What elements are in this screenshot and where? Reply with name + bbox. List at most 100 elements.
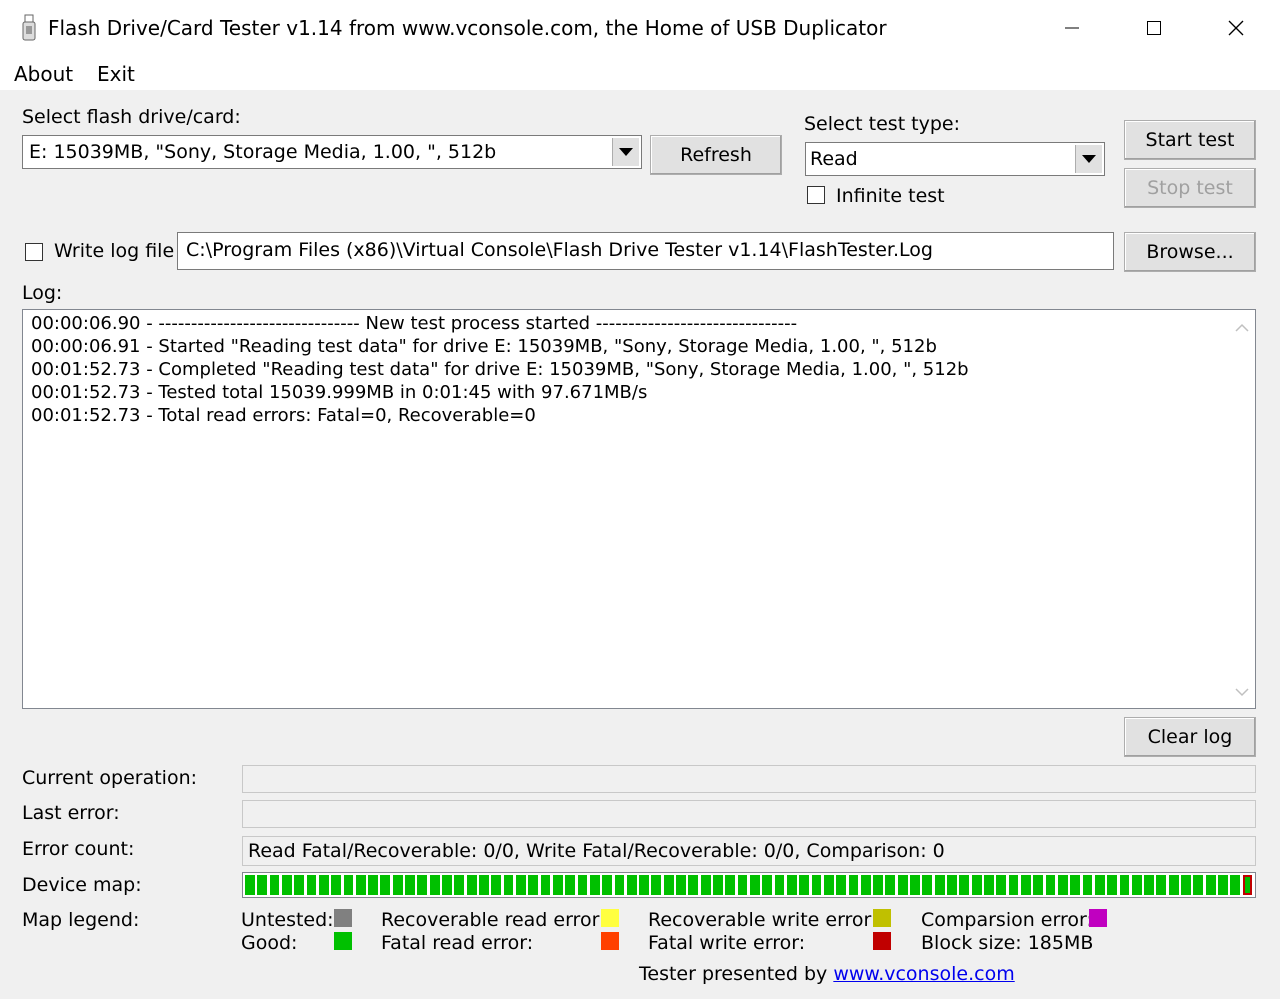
refresh-button-label: Refresh — [680, 144, 752, 166]
refresh-button[interactable]: Refresh — [650, 135, 782, 175]
error-count-label: Error count: — [22, 838, 135, 860]
device-map-block — [1193, 875, 1204, 895]
log-line: 00:00:06.90 - --------------------------… — [31, 313, 798, 334]
device-map-block — [860, 875, 871, 895]
write-log-checkbox[interactable] — [25, 243, 43, 261]
test-type-select[interactable]: Read — [805, 142, 1105, 176]
device-map — [242, 872, 1256, 898]
device-map-block — [306, 875, 317, 895]
legend-fatal-read-swatch — [601, 932, 619, 950]
log-area[interactable]: 00:00:06.90 - --------------------------… — [22, 309, 1256, 709]
device-map-block — [269, 875, 280, 895]
device-map-block — [1218, 875, 1228, 895]
log-label: Log: — [22, 282, 63, 304]
browse-button[interactable]: Browse... — [1124, 232, 1256, 272]
device-map-block — [281, 875, 292, 895]
current-operation-label: Current operation: — [22, 767, 198, 789]
menu-exit[interactable]: Exit — [97, 62, 135, 86]
device-map-block — [589, 875, 600, 895]
device-map-block — [786, 875, 797, 895]
window-title: Flash Drive/Card Tester v1.14 from www.v… — [48, 16, 887, 40]
log-path-input[interactable]: C:\Program Files (x86)\Virtual Console\F… — [177, 232, 1114, 270]
legend-good-label: Good: — [241, 932, 298, 954]
device-map-block — [1205, 875, 1216, 895]
device-map-block — [651, 875, 662, 895]
device-map-block — [565, 875, 576, 895]
device-map-block — [836, 875, 847, 895]
legend-rec-write-label: Recoverable write error: — [648, 909, 878, 931]
device-map-block — [688, 875, 699, 895]
clear-log-button[interactable]: Clear log — [1124, 717, 1256, 757]
device-map-block — [1070, 875, 1081, 895]
device-map-block — [614, 875, 625, 895]
infinite-test-checkbox[interactable] — [807, 186, 825, 204]
close-icon[interactable] — [1206, 8, 1266, 48]
device-map-block — [922, 875, 933, 895]
minimize-icon[interactable] — [1042, 8, 1102, 48]
device-map-block — [405, 875, 415, 895]
log-line: 00:00:06.91 - Started "Reading test data… — [31, 336, 937, 357]
device-map-block — [848, 875, 859, 895]
map-legend-label: Map legend: — [22, 909, 140, 931]
footer-text: Tester presented by — [639, 963, 828, 985]
device-map-block — [1033, 875, 1044, 895]
device-map-block — [245, 875, 255, 895]
usb-drive-icon — [22, 14, 36, 41]
vconsole-link[interactable]: www.vconsole.com — [833, 963, 1014, 985]
device-map-block — [1045, 875, 1056, 895]
menu-bar — [0, 56, 1280, 90]
device-map-block — [540, 875, 551, 895]
current-operation-field — [242, 765, 1256, 793]
log-line: 00:01:52.73 - Completed "Reading test da… — [31, 359, 969, 380]
device-map-block — [429, 875, 440, 895]
device-map-block — [577, 875, 588, 895]
start-test-button[interactable]: Start test — [1124, 120, 1256, 160]
device-map-block — [1230, 875, 1241, 895]
device-map-block — [491, 875, 502, 895]
device-map-block — [1008, 875, 1019, 895]
device-map-block — [873, 875, 883, 895]
legend-rec-read-swatch — [601, 909, 619, 927]
device-map-block — [1020, 875, 1031, 895]
device-map-block — [355, 875, 366, 895]
clear-log-label: Clear log — [1147, 726, 1233, 748]
device-map-block — [959, 875, 970, 895]
device-map-block — [552, 875, 563, 895]
menu-about[interactable]: About — [14, 62, 73, 86]
device-map-block — [1131, 875, 1142, 895]
device-map-block — [885, 875, 896, 895]
device-map-block — [343, 875, 354, 895]
device-map-block — [799, 875, 810, 895]
device-map-block — [725, 875, 736, 895]
device-map-block — [1168, 875, 1179, 895]
test-type-value: Read — [810, 148, 858, 170]
stop-test-button[interactable]: Stop test — [1124, 168, 1256, 208]
device-map-block — [257, 875, 268, 895]
device-map-block — [294, 875, 305, 895]
device-map-block — [823, 875, 834, 895]
drive-label: Select flash drive/card: — [22, 106, 241, 128]
browse-label: Browse... — [1146, 241, 1234, 263]
device-map-block — [750, 875, 760, 895]
chevron-down-icon[interactable] — [1075, 145, 1102, 173]
maximize-icon[interactable] — [1124, 8, 1184, 48]
device-map-block — [971, 875, 982, 895]
write-log-label: Write log file — [54, 240, 175, 262]
log-path-value: C:\Program Files (x86)\Virtual Console\F… — [186, 239, 933, 261]
device-map-block — [811, 875, 822, 895]
device-map-block — [762, 875, 773, 895]
device-map-block — [1094, 875, 1105, 895]
device-map-block — [713, 875, 723, 895]
device-map-block — [466, 875, 477, 895]
device-map-block — [1082, 875, 1093, 895]
drive-select[interactable]: E: 15039MB, "Sony, Storage Media, 1.00, … — [22, 135, 642, 169]
chevron-down-icon[interactable] — [612, 138, 639, 166]
drive-select-value: E: 15039MB, "Sony, Storage Media, 1.00, … — [29, 141, 497, 163]
device-map-block — [1057, 875, 1068, 895]
device-map-block — [528, 875, 539, 895]
legend-untested-label: Untested: — [241, 909, 334, 931]
scroll-up-icon[interactable] — [1235, 322, 1249, 332]
footer: Tester presented by www.vconsole.com — [639, 963, 1015, 985]
legend-comparison-label: Comparsion error: — [921, 909, 1093, 931]
scroll-down-icon[interactable] — [1235, 688, 1249, 698]
